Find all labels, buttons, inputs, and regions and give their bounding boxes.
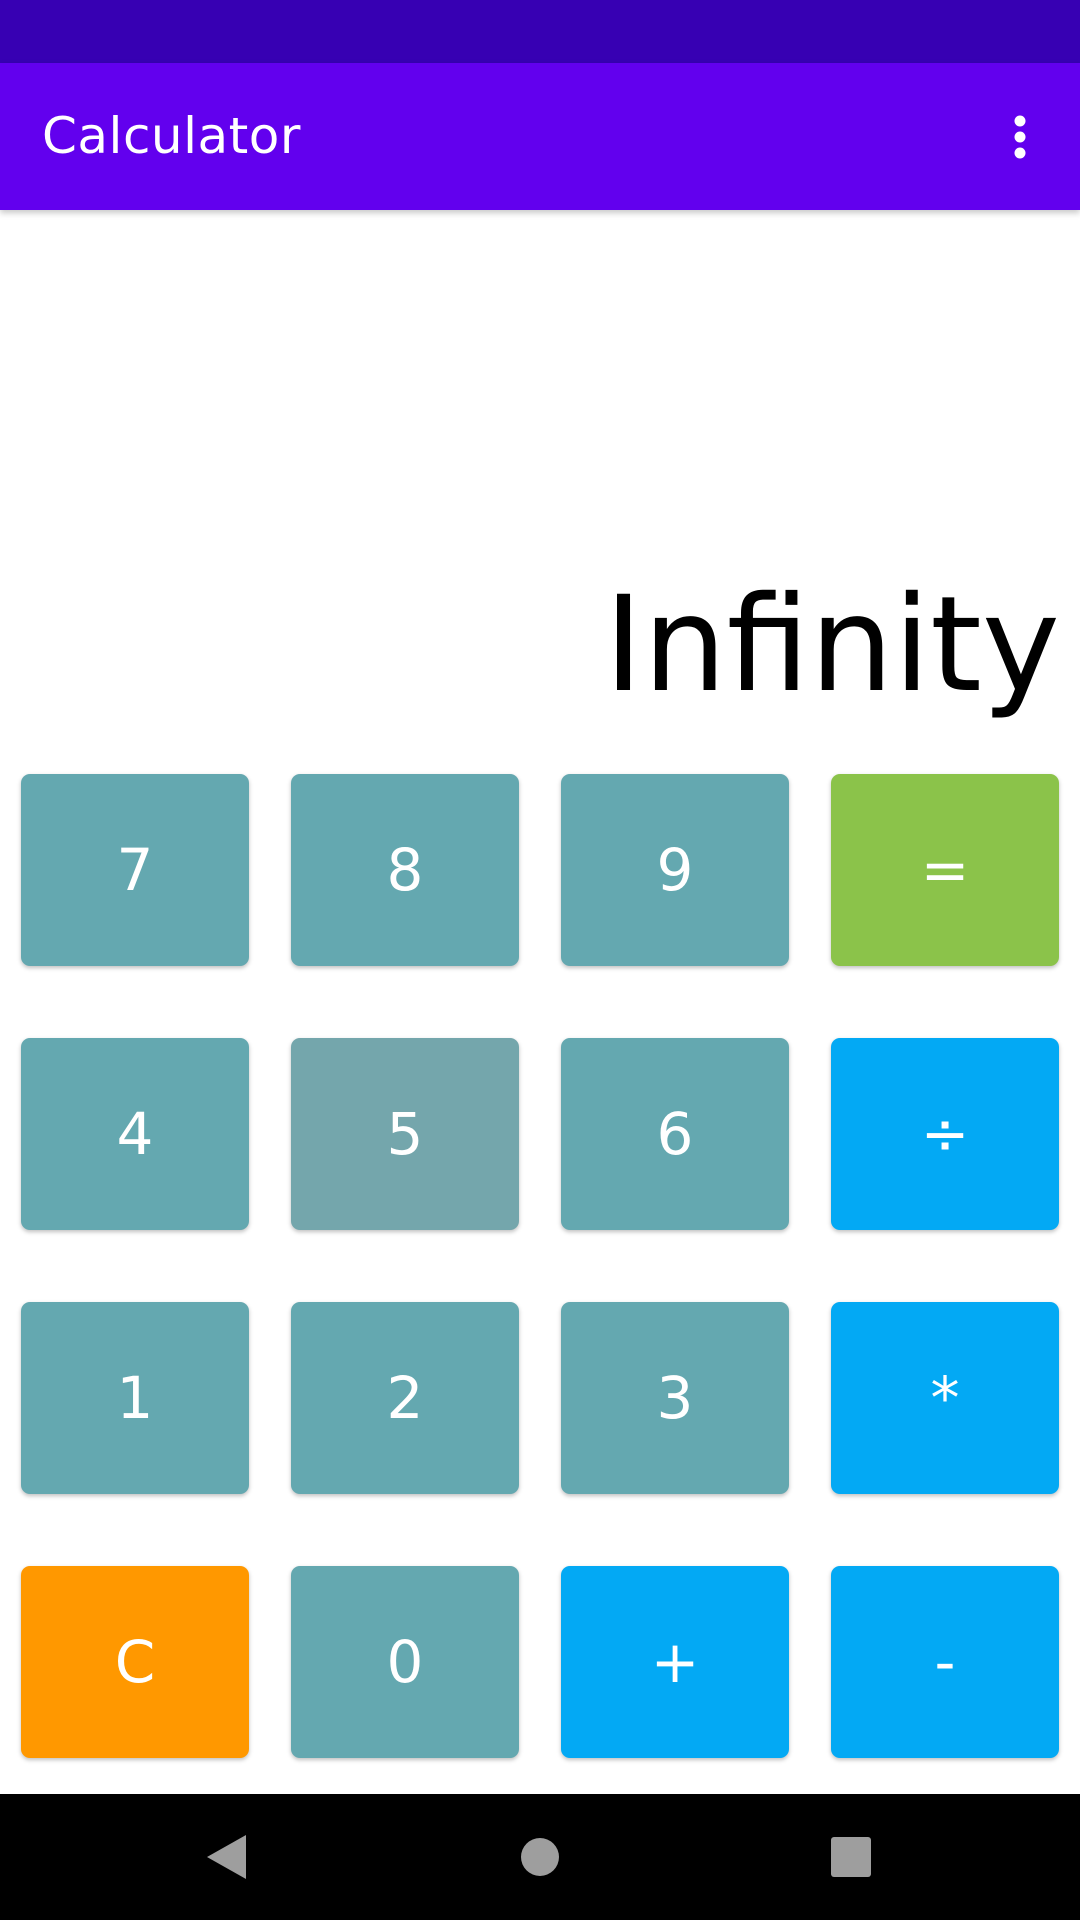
key-clear[interactable]: C — [21, 1566, 249, 1758]
key-2[interactable]: 2 — [291, 1302, 519, 1494]
key-3[interactable]: 3 — [561, 1302, 789, 1494]
key-plus[interactable]: + — [561, 1566, 789, 1758]
key-4[interactable]: 4 — [21, 1038, 249, 1230]
more-vert-icon — [1014, 115, 1026, 158]
nav-back-button[interactable] — [166, 1794, 286, 1920]
key-equals[interactable]: = — [831, 774, 1059, 966]
app-bar: Calculator — [0, 63, 1080, 210]
key-8[interactable]: 8 — [291, 774, 519, 966]
recents-square-icon — [831, 1837, 871, 1877]
nav-recents-button[interactable] — [791, 1794, 911, 1920]
status-bar — [0, 0, 1080, 63]
app-title: Calculator — [42, 107, 301, 165]
key-1[interactable]: 1 — [21, 1302, 249, 1494]
overflow-menu-button[interactable] — [960, 63, 1080, 210]
key-divide[interactable]: ÷ — [831, 1038, 1059, 1230]
key-minus[interactable]: - — [831, 1566, 1059, 1758]
key-9[interactable]: 9 — [561, 774, 789, 966]
home-circle-icon — [521, 1838, 559, 1876]
result-display: Infinity — [604, 568, 1060, 722]
key-0[interactable]: 0 — [291, 1566, 519, 1758]
key-multiply[interactable]: * — [831, 1302, 1059, 1494]
key-7[interactable]: 7 — [21, 774, 249, 966]
nav-home-button[interactable] — [480, 1794, 600, 1920]
key-6[interactable]: 6 — [561, 1038, 789, 1230]
key-5[interactable]: 5 — [291, 1038, 519, 1230]
back-triangle-icon — [207, 1835, 246, 1879]
navigation-bar — [0, 1794, 1080, 1920]
